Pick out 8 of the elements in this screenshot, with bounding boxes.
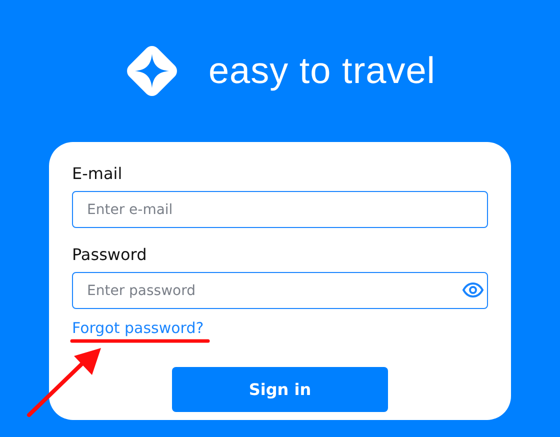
- input-field[interactable]: Enter password: [72, 272, 488, 309]
- field-label: Password: [72, 245, 147, 265]
- brand-name: easy to travel: [208, 49, 436, 94]
- field-label: E-mail: [72, 164, 122, 184]
- input-field[interactable]: Enter e-mail: [72, 191, 488, 228]
- sign-in-button[interactable]: Sign in: [172, 367, 388, 412]
- eye-icon[interactable]: [462, 282, 484, 298]
- forgot-password-link[interactable]: Forgot password?: [72, 318, 204, 338]
